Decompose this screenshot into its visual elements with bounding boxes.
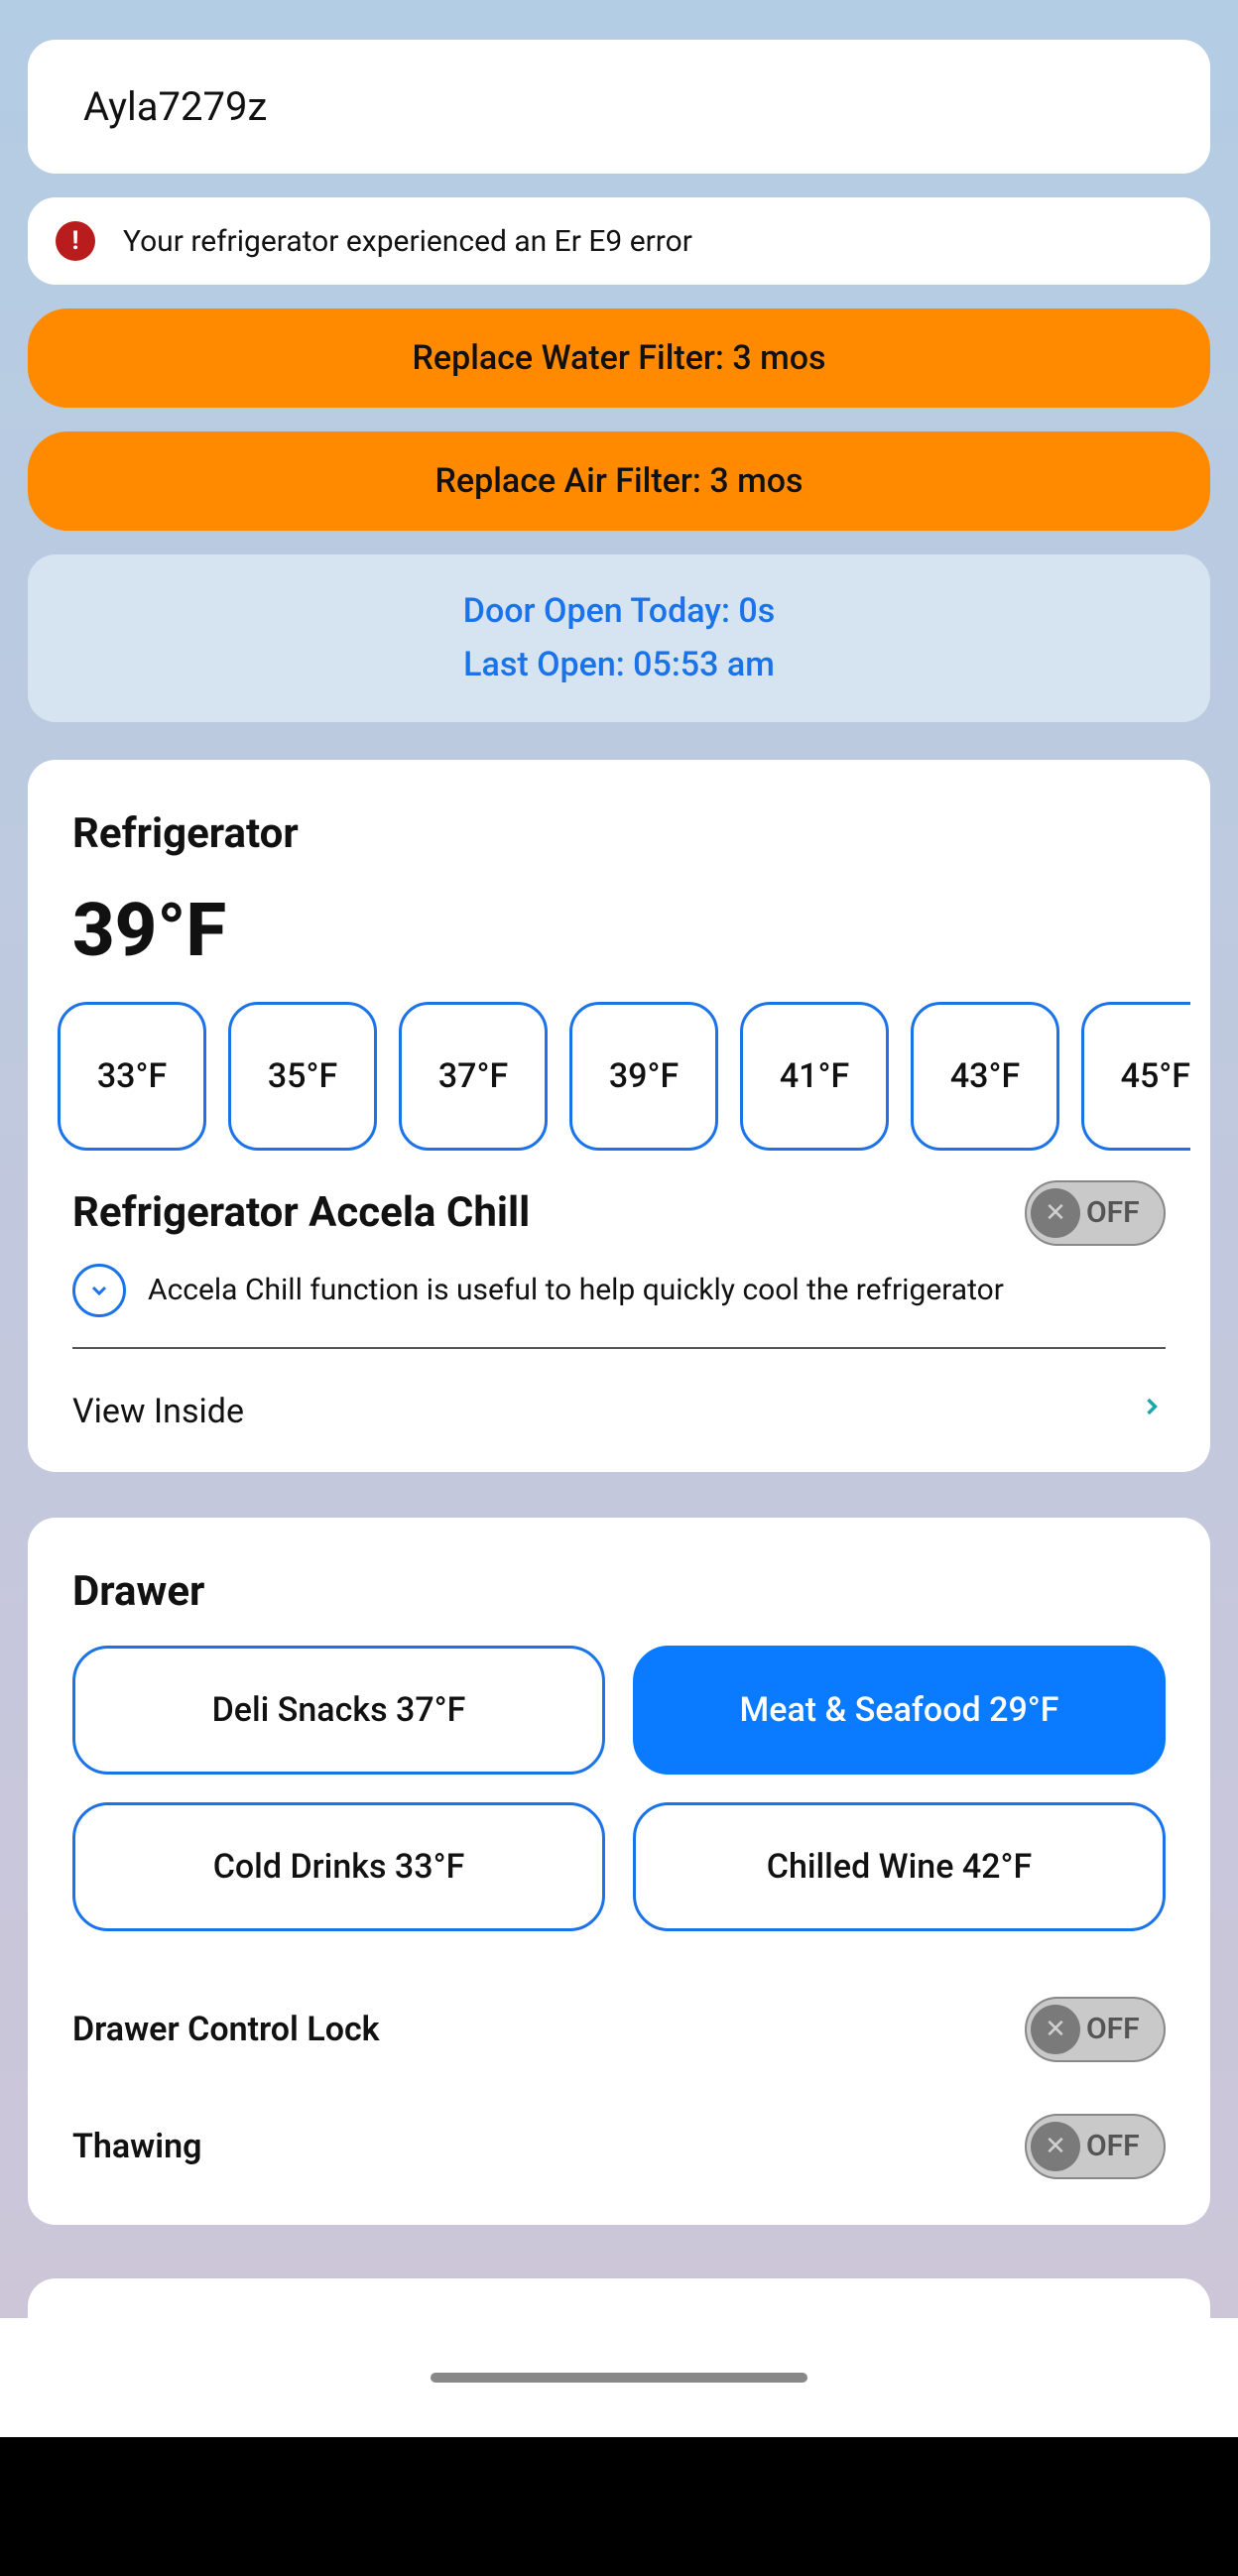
accela-description: Accela Chill function is useful to help … [148,1273,1004,1307]
drawer-option-deli[interactable]: Deli Snacks 37°F [72,1646,605,1775]
view-inside-link[interactable]: View Inside [72,1349,1166,1436]
door-info-panel[interactable]: Door Open Today: 0s Last Open: 05:53 am [28,554,1210,722]
device-header[interactable]: Ayla7279z [28,40,1210,174]
accela-chill-toggle[interactable]: ✕ OFF [1025,1180,1166,1246]
chevron-down-icon[interactable] [72,1264,126,1317]
toggle-state: OFF [1086,2129,1148,2163]
drawer-title: Drawer [72,1567,1166,1616]
temp-option[interactable]: 33°F [58,1002,206,1151]
last-open: Last Open: 05:53 am [58,638,1180,691]
control-lock-label: Drawer Control Lock [72,2010,380,2049]
error-banner[interactable]: ! Your refrigerator experienced an Er E9… [28,197,1210,285]
drawer-section: Drawer Deli Snacks 37°F Meat & Seafood 2… [28,1518,1210,2225]
thawing-toggle[interactable]: ✕ OFF [1025,2114,1166,2179]
chevron-right-icon [1138,1387,1166,1436]
refrigerator-section: Refrigerator 39°F 33°F 35°F 37°F 39°F 41… [28,760,1210,1472]
error-message: Your refrigerator experienced an Er E9 e… [123,224,692,259]
door-open-today: Door Open Today: 0s [58,584,1180,638]
bottom-black-bar [0,2437,1238,2576]
water-filter-alert[interactable]: Replace Water Filter: 3 mos [28,308,1210,408]
air-filter-alert[interactable]: Replace Air Filter: 3 mos [28,431,1210,531]
drawer-option-wine[interactable]: Chilled Wine 42°F [633,1802,1166,1931]
fridge-title: Refrigerator [72,809,1166,858]
control-lock-toggle[interactable]: ✕ OFF [1025,1997,1166,2062]
current-temp: 39°F [72,888,1166,974]
temp-option[interactable]: 41°F [740,1002,889,1151]
temp-option[interactable]: 43°F [911,1002,1059,1151]
accela-chill-title: Refrigerator Accela Chill [72,1188,530,1237]
home-indicator[interactable] [431,2373,807,2383]
view-inside-label: View Inside [72,1392,244,1431]
drawer-option-drinks[interactable]: Cold Drinks 33°F [72,1802,605,1931]
temp-option[interactable]: 39°F [569,1002,718,1151]
toggle-state: OFF [1086,1195,1148,1230]
next-section-peek [28,2278,1210,2318]
temp-option[interactable]: 35°F [228,1002,377,1151]
temp-option[interactable]: 37°F [399,1002,548,1151]
thawing-label: Thawing [72,2127,201,2166]
temp-option[interactable]: 45°F [1081,1002,1190,1151]
x-icon: ✕ [1031,1188,1080,1238]
x-icon: ✕ [1031,2122,1080,2171]
toggle-state: OFF [1086,2012,1148,2046]
x-icon: ✕ [1031,2005,1080,2054]
drawer-option-meat[interactable]: Meat & Seafood 29°F [633,1646,1166,1775]
gesture-bar [0,2318,1238,2437]
error-icon: ! [56,221,95,261]
device-name: Ayla7279z [28,40,1210,174]
temp-selector[interactable]: 33°F 35°F 37°F 39°F 41°F 43°F 45°F [58,1002,1210,1151]
